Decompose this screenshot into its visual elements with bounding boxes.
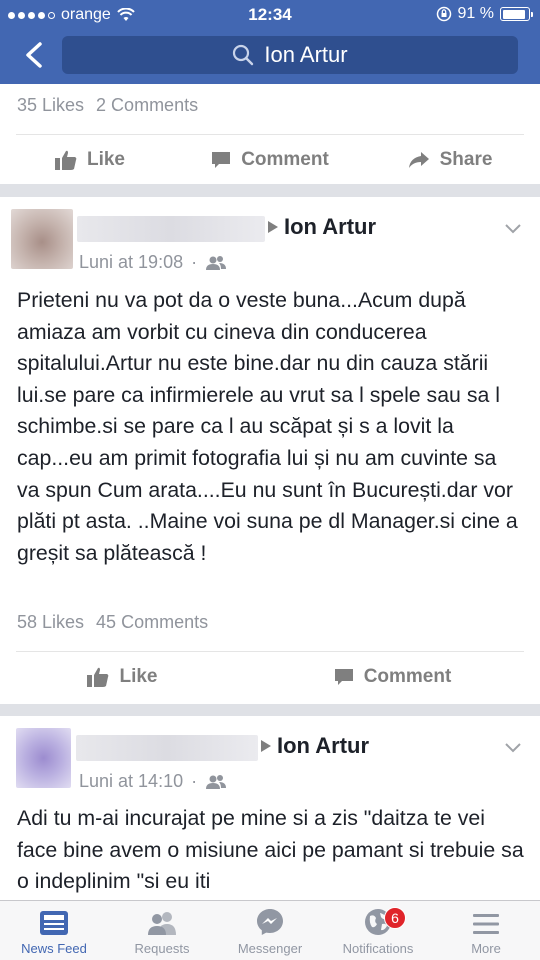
orientation-lock-icon xyxy=(436,6,451,22)
status-bar: orange 12:34 91 % xyxy=(0,0,540,28)
thumbs-up-icon xyxy=(87,667,109,687)
messenger-icon xyxy=(257,909,283,935)
share-button[interactable]: Share xyxy=(360,149,540,171)
chevron-down-icon[interactable] xyxy=(504,223,522,235)
search-query: Ion Artur xyxy=(264,42,348,67)
comment-icon xyxy=(334,669,353,685)
post-text: Adi tu m-ai incurajat pe mine si a zis "… xyxy=(17,806,524,894)
post-author[interactable]: Ion Artur xyxy=(268,214,376,240)
comment-button[interactable]: Comment xyxy=(245,666,540,688)
like-button[interactable]: Like xyxy=(0,149,180,171)
comment-button[interactable]: Comment xyxy=(180,149,360,171)
post-card: 35 Likes 2 Comments Like Comment Share xyxy=(0,84,540,184)
battery-icon xyxy=(500,7,533,21)
friends-audience-icon xyxy=(206,774,227,789)
comment-icon xyxy=(212,152,231,168)
notification-badge: 6 xyxy=(384,907,406,929)
tab-notifications[interactable]: 6 Notifications xyxy=(324,901,432,960)
friends-audience-icon xyxy=(206,255,227,270)
blurred-name xyxy=(76,735,258,761)
search-icon xyxy=(233,44,254,66)
like-button[interactable]: Like xyxy=(0,666,245,688)
battery-percent: 91 % xyxy=(457,5,494,22)
post-card: Ion Artur Luni at 14:10 · Adi tu m-ai in… xyxy=(0,716,540,900)
likes-count[interactable]: 58 Likes xyxy=(17,612,84,633)
chevron-down-icon[interactable] xyxy=(504,742,522,754)
avatar[interactable] xyxy=(11,209,73,269)
thumbs-up-icon xyxy=(54,150,77,170)
arrow-right-icon xyxy=(268,221,278,233)
tab-messenger[interactable]: Messenger xyxy=(216,901,324,960)
news-feed-icon xyxy=(40,911,68,935)
tab-bar: News Feed Requests Messenger 6 Notificat… xyxy=(0,900,540,960)
post-card: Ion Artur Luni at 19:08 · Prieteni nu va… xyxy=(0,197,540,704)
post-author[interactable]: Ion Artur xyxy=(261,733,369,759)
avatar[interactable] xyxy=(16,728,71,788)
menu-icon xyxy=(473,914,499,934)
back-arrow-icon[interactable] xyxy=(20,40,50,70)
post-text: Prieteni nu va pot da o veste buna...Acu… xyxy=(17,288,518,565)
comments-count[interactable]: 45 Comments xyxy=(96,612,208,633)
post-timestamp[interactable]: Luni at 14:10 · xyxy=(79,771,227,792)
post-timestamp[interactable]: Luni at 19:08 · xyxy=(79,252,227,273)
tab-news-feed[interactable]: News Feed xyxy=(0,901,108,960)
blurred-name xyxy=(77,216,265,242)
friend-requests-icon xyxy=(148,912,176,935)
news-feed: 35 Likes 2 Comments Like Comment Share I… xyxy=(0,84,540,900)
likes-count[interactable]: 35 Likes xyxy=(17,95,84,116)
top-bar: orange 12:34 91 % Ion Artur xyxy=(0,0,540,84)
tab-requests[interactable]: Requests xyxy=(108,901,216,960)
search-field[interactable]: Ion Artur xyxy=(62,36,518,74)
arrow-right-icon xyxy=(261,740,271,752)
tab-more[interactable]: More xyxy=(432,901,540,960)
share-icon xyxy=(408,152,429,168)
comments-count[interactable]: 2 Comments xyxy=(96,95,198,116)
